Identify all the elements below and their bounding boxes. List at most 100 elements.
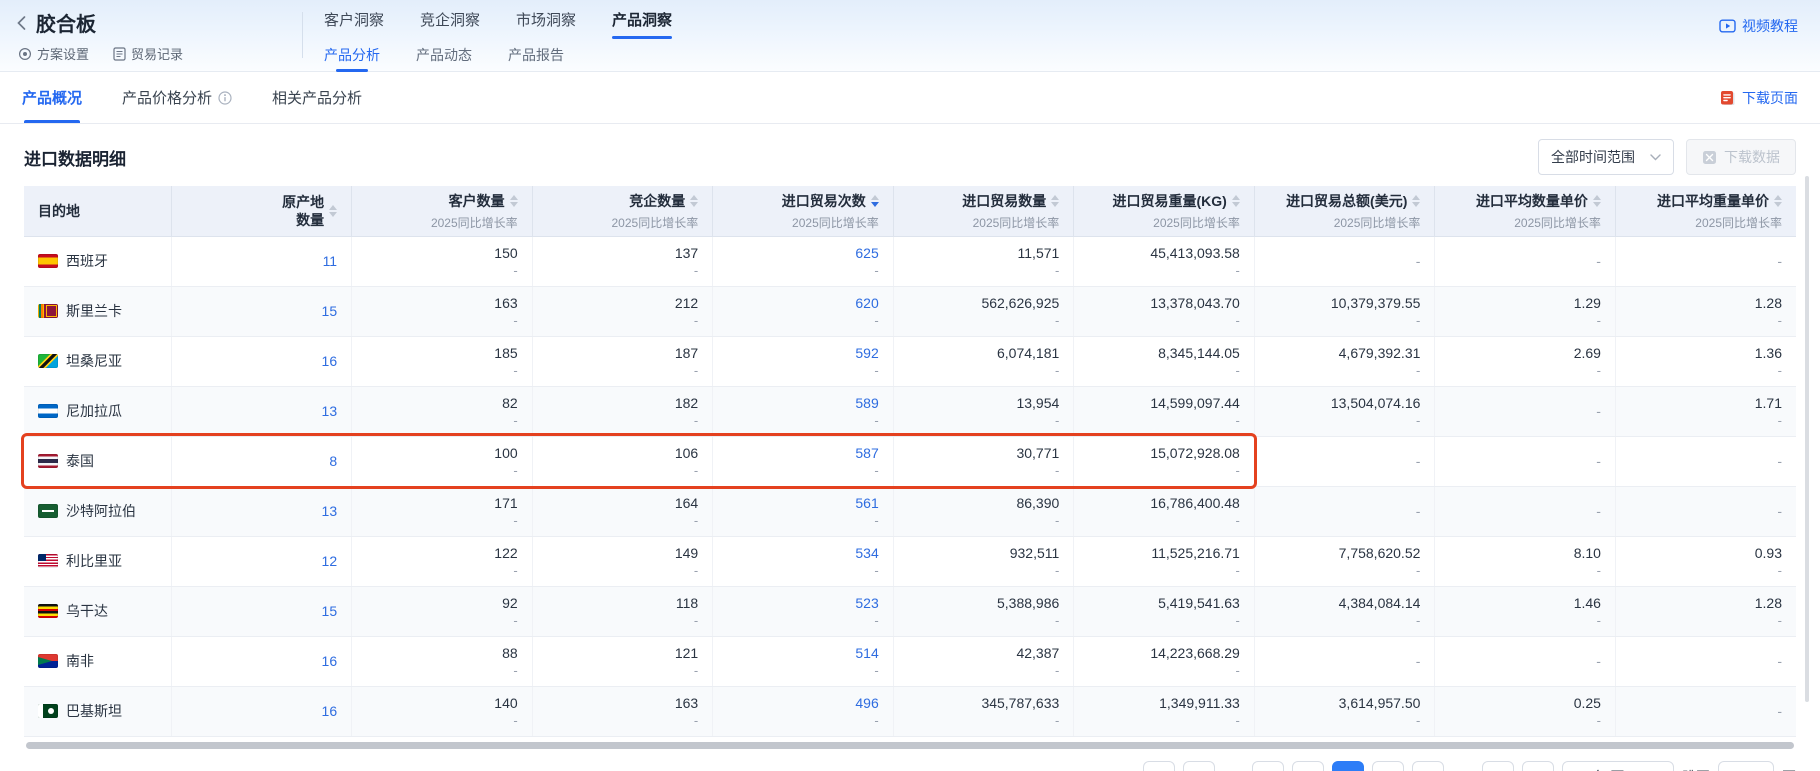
scheme-settings-button[interactable]: 方案设置	[18, 44, 89, 63]
cell-value: 212	[547, 295, 699, 311]
trade-count-link[interactable]: 625	[727, 245, 879, 261]
value-cell: 620 -	[713, 286, 894, 336]
value-cell: 5,388,986-	[893, 586, 1074, 636]
cell-growth: -	[727, 313, 879, 328]
value-cell: 0.25-	[1435, 686, 1616, 736]
table-row: 巴基斯坦16140-163-496-345,787,633-1,349,911.…	[24, 686, 1796, 736]
video-tutorial-link[interactable]: 视频教程	[1719, 16, 1798, 36]
lr-flag-icon	[38, 554, 58, 568]
section-title: 进口数据明细	[24, 145, 126, 170]
cell-value: 16,786,400.48	[1088, 495, 1240, 511]
cell-empty: -	[1630, 503, 1782, 519]
page-button-1[interactable]: 1	[1183, 761, 1215, 771]
cell-value: 185	[366, 345, 518, 361]
sort-icon[interactable]	[1774, 195, 1782, 207]
destination: 斯里兰卡	[38, 301, 157, 321]
next-page-button[interactable]	[1522, 761, 1554, 771]
pdf-file-icon	[1720, 90, 1736, 106]
origin-count-link[interactable]: 8	[329, 453, 337, 469]
prev-page-button[interactable]	[1143, 761, 1175, 771]
page-button-6[interactable]: 6	[1372, 761, 1404, 771]
origin-count-link[interactable]: 16	[322, 703, 338, 719]
page-button-4[interactable]: 4	[1292, 761, 1324, 771]
pagination: 1•••34567•••19 10 条/页 跳至 页	[24, 761, 1796, 771]
cell-growth: -	[547, 513, 699, 528]
page-button-7[interactable]: 7	[1412, 761, 1444, 771]
page-button-5[interactable]: 5	[1332, 761, 1364, 771]
trade-count-link[interactable]: 523	[727, 595, 879, 611]
time-range-select[interactable]: 全部时间范围	[1538, 139, 1674, 175]
main-tab-2[interactable]: 竞企洞察	[420, 9, 480, 39]
origin-count-link[interactable]: 16	[322, 653, 338, 669]
trade-records-button[interactable]: 贸易记录	[113, 44, 183, 63]
destination: 尼加拉瓜	[38, 401, 157, 421]
trade-count-link[interactable]: 496	[727, 695, 879, 711]
cell-value: 4,679,392.31	[1269, 345, 1421, 361]
sort-icon[interactable]	[510, 195, 518, 207]
sort-icon[interactable]	[871, 195, 879, 207]
origin-count-link[interactable]: 13	[322, 503, 338, 519]
cell-growth: -	[727, 663, 879, 678]
table-row: 泰国8100-106-587-30,771-15,072,928.08----	[24, 436, 1796, 486]
sort-icon[interactable]	[690, 195, 698, 207]
horizontal-scrollbar[interactable]	[26, 742, 1794, 749]
origin-count-link[interactable]: 16	[322, 353, 338, 369]
cell-value: 121	[547, 645, 699, 661]
value-cell: 562,626,925-	[893, 286, 1074, 336]
trade-count-link[interactable]: 587	[727, 445, 879, 461]
vertical-scrollbar[interactable]	[1805, 176, 1809, 702]
value-cell: -	[1615, 236, 1796, 286]
sub-tab-3[interactable]: 产品报告	[508, 45, 564, 72]
column-header-10: 进口平均重量单价2025同比增长率	[1615, 186, 1796, 236]
origin-count-link[interactable]: 15	[322, 303, 338, 319]
page-button-3[interactable]: 3	[1252, 761, 1284, 771]
page-size-select[interactable]: 10 条/页	[1562, 761, 1674, 771]
column-label: 进口平均重量单价	[1630, 191, 1782, 211]
table-row: 利比里亚12122-149-534-932,511-11,525,216.71-…	[24, 536, 1796, 586]
cell-growth: -	[727, 713, 879, 728]
main-tab-3[interactable]: 市场洞察	[516, 9, 576, 39]
origin-count-link[interactable]: 15	[322, 603, 338, 619]
main-tab-4[interactable]: 产品洞察	[612, 9, 672, 39]
cell-growth: -	[908, 563, 1060, 578]
cell-growth: -	[1630, 313, 1782, 328]
trade-count-link[interactable]: 592	[727, 345, 879, 361]
sort-icon[interactable]	[1232, 195, 1240, 207]
column-label: 进口贸易重量(KG)	[1088, 191, 1240, 211]
origin-count-cell: 16	[171, 636, 352, 686]
download-page-link[interactable]: 下载页面	[1720, 88, 1798, 108]
cell-growth: -	[547, 463, 699, 478]
target-icon	[18, 47, 32, 61]
column-growth-subtitle: 2025同比增长率	[1088, 214, 1240, 231]
origin-count-link[interactable]: 12	[322, 553, 338, 569]
cell-growth: -	[1269, 563, 1421, 578]
origin-count-link[interactable]: 11	[323, 253, 338, 269]
value-cell: -	[1435, 236, 1616, 286]
trade-count-link[interactable]: 561	[727, 495, 879, 511]
trade-count-link[interactable]: 620	[727, 295, 879, 311]
nav-tab-3[interactable]: 相关产品分析	[272, 72, 362, 123]
page-button-19[interactable]: 19	[1482, 761, 1514, 771]
cell-value: 92	[366, 595, 518, 611]
value-cell: 932,511-	[893, 536, 1074, 586]
nav-tab-2[interactable]: 产品价格分析	[122, 72, 232, 123]
trade-count-link[interactable]: 589	[727, 395, 879, 411]
sort-icon[interactable]	[1051, 195, 1059, 207]
sub-tab-1[interactable]: 产品分析	[324, 45, 380, 72]
main-tabs: 客户洞察 竞企洞察 市场洞察 产品洞察	[324, 9, 672, 39]
main-tab-1[interactable]: 客户洞察	[324, 9, 384, 39]
cell-growth: -	[1449, 713, 1601, 728]
nav-tab-1[interactable]: 产品概况	[22, 72, 82, 123]
sort-icon[interactable]	[1412, 195, 1420, 207]
cell-growth: -	[366, 463, 518, 478]
back-chevron-icon[interactable]	[16, 15, 27, 31]
sub-tab-2[interactable]: 产品动态	[416, 45, 472, 72]
value-cell: 30,771-	[893, 436, 1074, 486]
sort-icon[interactable]	[1593, 195, 1601, 207]
trade-count-link[interactable]: 534	[727, 545, 879, 561]
sort-icon[interactable]	[329, 205, 337, 217]
jump-page-input[interactable]	[1718, 761, 1774, 771]
download-data-button[interactable]: 下载数据	[1686, 139, 1796, 175]
trade-count-link[interactable]: 514	[727, 645, 879, 661]
origin-count-link[interactable]: 13	[322, 403, 338, 419]
